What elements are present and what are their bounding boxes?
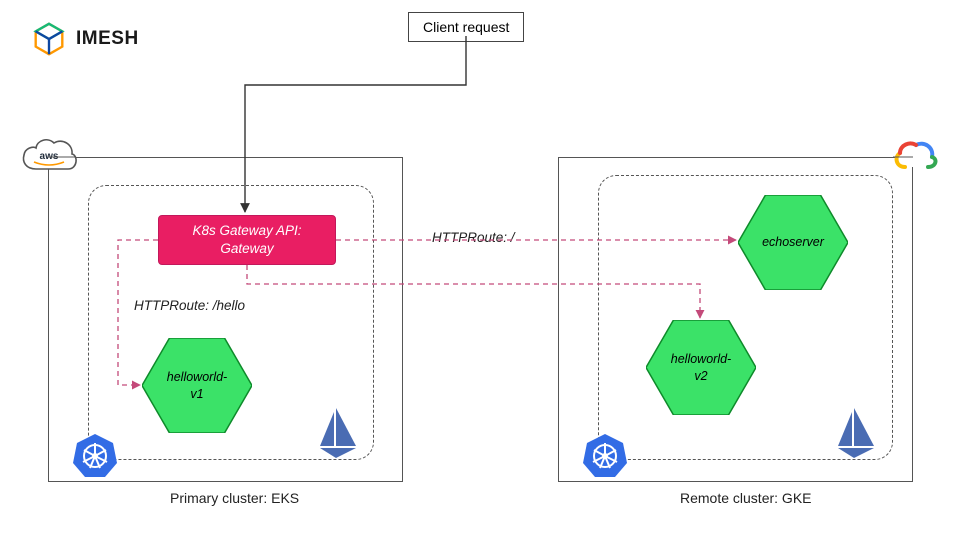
remote-cluster-label: Remote cluster: GKE (680, 490, 812, 506)
aws-cloud-icon: aws (18, 135, 80, 182)
service-echoserver: echoserver (738, 195, 848, 290)
httproute-hello-label: HTTPRoute: /hello (134, 298, 245, 313)
service-helloworld-v2: helloworld- v2 (646, 320, 756, 415)
helloworld-v2-label: helloworld- v2 (671, 351, 731, 384)
client-request-label: Client request (423, 19, 509, 35)
helloworld-v1-label: helloworld- v1 (167, 369, 227, 402)
brand-text: IMESH (76, 28, 139, 50)
istio-icon-remote (836, 408, 876, 465)
httproute-root-label: HTTPRoute: / (432, 230, 515, 245)
gateway-line2: Gateway (192, 240, 301, 258)
svg-text:aws: aws (40, 151, 59, 162)
client-request-box: Client request (408, 12, 524, 42)
echoserver-label: echoserver (762, 234, 824, 250)
istio-icon-primary (318, 408, 358, 465)
k8s-gateway-api-box: K8s Gateway API: Gateway (158, 215, 336, 265)
brand-logo: IMESH (30, 20, 139, 58)
gateway-line1: K8s Gateway API: (192, 222, 301, 240)
service-helloworld-v1: helloworld- v1 (142, 338, 252, 433)
imesh-cube-icon (30, 20, 68, 58)
primary-cluster-label: Primary cluster: EKS (170, 490, 299, 506)
kubernetes-icon-primary (72, 432, 118, 483)
kubernetes-icon-remote (582, 432, 628, 483)
gcp-cloud-icon (890, 135, 940, 182)
